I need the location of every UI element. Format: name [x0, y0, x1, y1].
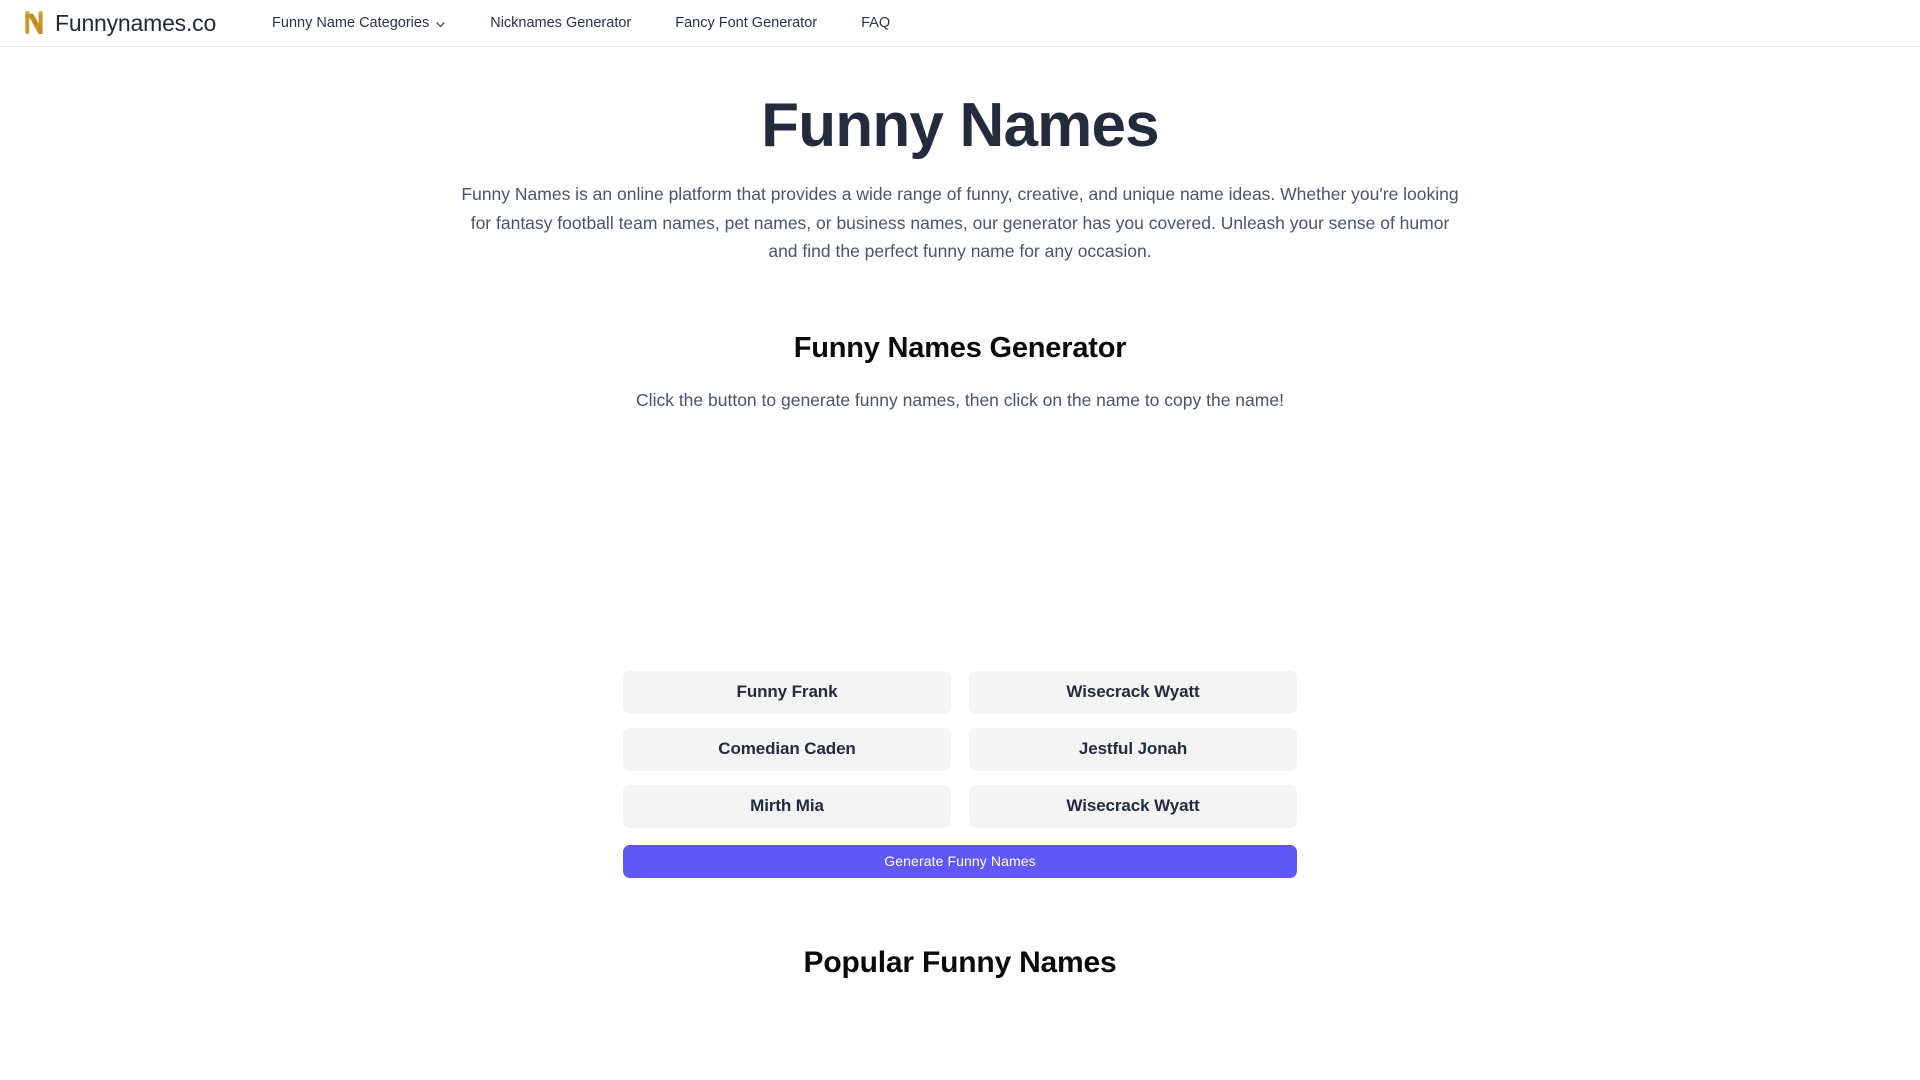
nav-item-nicknames-generator[interactable]: Nicknames Generator	[468, 16, 653, 31]
nav-item-label: Fancy Font Generator	[675, 14, 818, 31]
generated-name-card[interactable]: Wisecrack Wyatt	[969, 784, 1297, 828]
nav-item-label: Funny Name Categories	[272, 14, 430, 31]
popular-names-title: Popular Funny Names	[803, 945, 1117, 979]
content-slot-placeholder	[0, 413, 1920, 671]
popular-names-section: Popular Funny Names	[0, 946, 1920, 980]
generator-section: Funny Names Generator Click the button t…	[0, 332, 1920, 878]
generate-funny-names-button[interactable]: Generate Funny Names	[623, 844, 1297, 878]
generator-title: Funny Names Generator	[793, 331, 1127, 364]
generated-name-card[interactable]: Comedian Caden	[623, 727, 951, 771]
brand-name: Funnynames.co	[55, 9, 217, 36]
generator-hint: Click the button to generate funny names…	[636, 389, 1284, 410]
nav-item-fancy-font-generator[interactable]: Fancy Font Generator	[653, 16, 839, 31]
nav-item-funny-name-categories[interactable]: Funny Name Categories	[272, 16, 468, 31]
nav-item-label: FAQ	[861, 14, 891, 31]
generated-name-card[interactable]: Mirth Mia	[623, 784, 951, 828]
chevron-down-icon	[436, 21, 445, 27]
site-header: Funnynames.co Funny Name Categories Nick…	[0, 0, 1920, 47]
generated-names-grid: Funny Frank Wisecrack Wyatt Comedian Cad…	[623, 670, 1297, 828]
hero-description: Funny Names is an online platform that p…	[461, 184, 1459, 262]
brand-logo-link[interactable]: Funnynames.co	[22, 10, 216, 36]
nav-item-faq[interactable]: FAQ	[839, 16, 912, 31]
page-title: Funny Names	[761, 91, 1160, 160]
generated-name-card[interactable]: Wisecrack Wyatt	[969, 670, 1297, 714]
main-navigation: Funny Name Categories Nicknames Generato…	[272, 16, 912, 31]
generated-name-card[interactable]: Jestful Jonah	[969, 727, 1297, 771]
generated-names-panel: Funny Frank Wisecrack Wyatt Comedian Cad…	[623, 670, 1297, 878]
nav-item-label: Nicknames Generator	[490, 14, 632, 31]
letter-n-logo-icon	[25, 11, 43, 34]
hero-section: Funny Names Funny Names is an online pla…	[0, 47, 1920, 266]
generated-name-card[interactable]: Funny Frank	[623, 670, 951, 714]
